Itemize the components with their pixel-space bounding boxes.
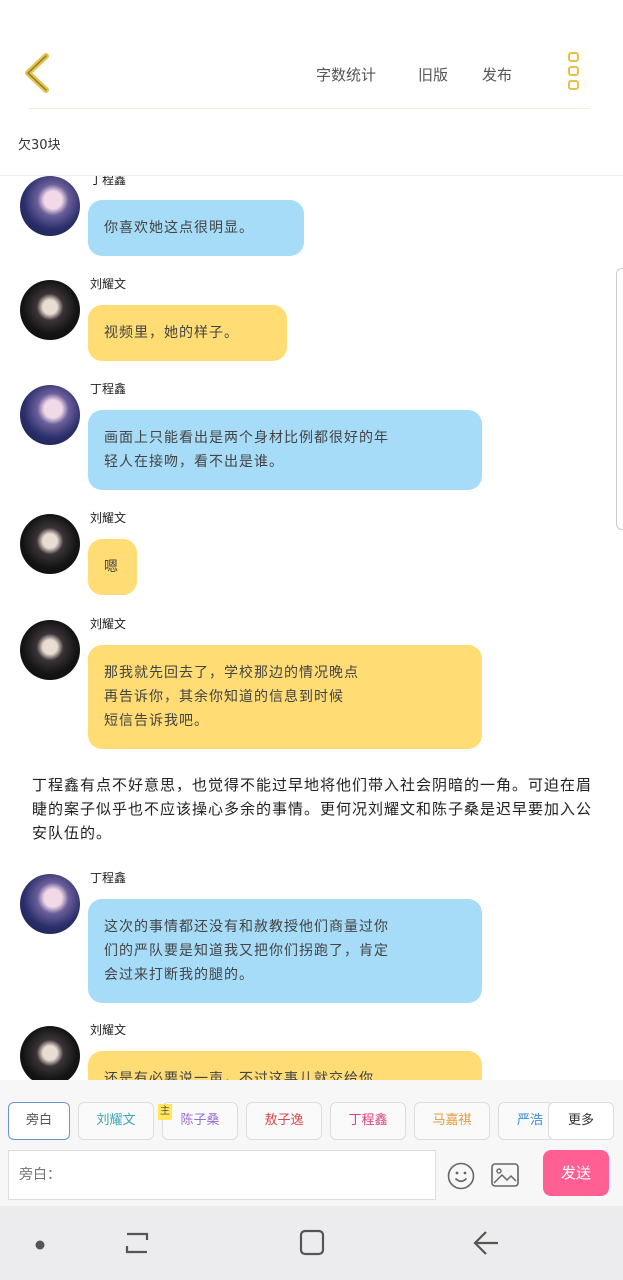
character-selector: 旁白 刘耀文 陈子桑 敖子逸 丁程鑫 马嘉祺 严浩翔 更多 xyxy=(0,1080,623,1146)
speaker-name: 刘耀文 xyxy=(90,1023,127,1037)
narration-text[interactable]: 丁程鑫有点不好意思，也觉得不能过早地将他们带入社会阴暗的一角。可迫在眉睫的案子似… xyxy=(32,773,592,845)
home-icon[interactable] xyxy=(298,1228,326,1258)
message-input[interactable] xyxy=(8,1150,436,1200)
top-bar: 字数统计 旧版 发布 xyxy=(0,0,623,110)
speaker-name: 刘耀文 xyxy=(90,617,127,631)
message-bubble[interactable]: 这次的事情都还没有和赦教授他们商量过你 们的严队要是知道我又把你们拐跑了，肯定 … xyxy=(88,899,482,1003)
avatar[interactable] xyxy=(20,1026,80,1080)
input-bar: 发送 xyxy=(0,1146,623,1206)
lead-badge: 主 xyxy=(158,1104,172,1120)
back-nav-icon[interactable] xyxy=(470,1228,502,1258)
message-bubble[interactable]: 画面上只能看出是两个身材比例都很好的年 轻人在接吻，看不出是谁。 xyxy=(88,410,482,490)
message-bubble[interactable]: 那我就先回去了，学校那边的情况晚点 再告诉你，其余你知道的信息到时候 短信告诉我… xyxy=(88,645,482,749)
character-chip-narrator[interactable]: 旁白 xyxy=(8,1102,70,1140)
emoji-icon[interactable] xyxy=(447,1162,475,1190)
speaker-name: 刘耀文 xyxy=(90,277,127,291)
message-bubble[interactable]: 还是有必要说一声，不过这事儿就交给你 xyxy=(88,1051,482,1080)
system-navigation-bar xyxy=(0,1206,623,1280)
recent-apps-icon[interactable] xyxy=(123,1228,151,1258)
avatar[interactable] xyxy=(20,385,80,445)
avatar[interactable] xyxy=(20,514,80,574)
send-button[interactable]: 发送 xyxy=(543,1150,609,1196)
character-chip[interactable]: 严浩翔 xyxy=(498,1102,554,1140)
more-characters-button[interactable]: 更多 xyxy=(548,1102,614,1140)
image-icon[interactable] xyxy=(491,1163,519,1187)
message-bubble[interactable]: 嗯 xyxy=(88,539,137,595)
character-chip[interactable]: 丁程鑫 xyxy=(330,1102,406,1140)
top-divider xyxy=(28,108,590,109)
chat-area[interactable]: 丁程鑫 你喜欢她这点很明显。 刘耀文 视频里，她的样子。 丁程鑫 画面上只能看出… xyxy=(0,176,623,1080)
publish-button[interactable]: 发布 xyxy=(482,64,542,85)
avatar[interactable] xyxy=(20,176,80,236)
speaker-name: 丁程鑫 xyxy=(90,382,127,396)
message-bubble[interactable]: 你喜欢她这点很明显。 xyxy=(88,200,304,256)
scroll-indicator[interactable] xyxy=(616,268,623,530)
speaker-name: 丁程鑫 xyxy=(90,176,127,187)
more-menu-icon[interactable] xyxy=(564,52,582,96)
word-count-button[interactable]: 字数统计 xyxy=(316,64,418,85)
avatar[interactable] xyxy=(20,280,80,340)
dot-icon[interactable] xyxy=(34,1239,46,1251)
character-chip[interactable]: 陈子桑 xyxy=(162,1102,238,1140)
speaker-name: 丁程鑫 xyxy=(90,871,127,885)
character-chip[interactable]: 敖子逸 xyxy=(246,1102,322,1140)
back-arrow-icon[interactable] xyxy=(18,50,58,96)
top-actions: 字数统计 旧版 发布 xyxy=(316,64,542,85)
character-chip[interactable]: 马嘉祺 xyxy=(414,1102,490,1140)
header-note: 欠30块 xyxy=(18,138,61,153)
avatar[interactable] xyxy=(20,874,80,934)
speaker-name: 刘耀文 xyxy=(90,511,127,525)
old-version-button[interactable]: 旧版 xyxy=(418,64,482,85)
avatar[interactable] xyxy=(20,620,80,680)
message-bubble[interactable]: 视频里，她的样子。 xyxy=(88,305,287,361)
character-chip[interactable]: 刘耀文 xyxy=(78,1102,154,1140)
